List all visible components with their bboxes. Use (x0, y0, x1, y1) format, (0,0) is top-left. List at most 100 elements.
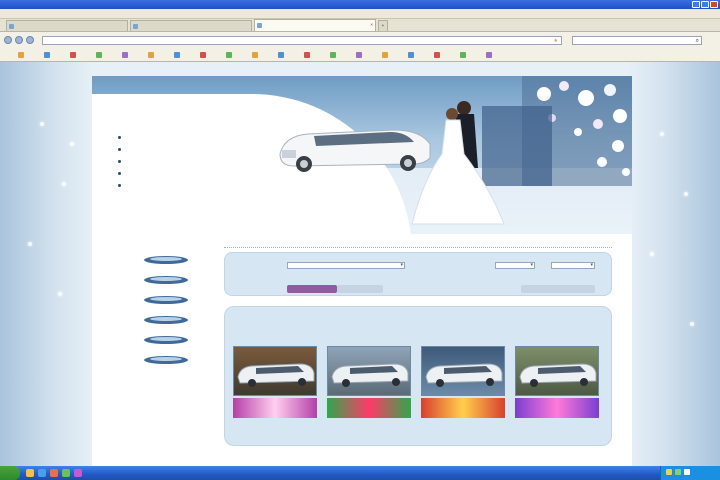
limousine-image (331, 363, 409, 387)
interior-photo[interactable] (515, 398, 599, 418)
reset-button[interactable] (337, 285, 383, 293)
offer-caption (421, 321, 505, 346)
filter-select-1[interactable] (287, 262, 405, 269)
bookmark-item[interactable] (70, 52, 93, 58)
bookmark-item[interactable] (226, 52, 249, 58)
site-main-menu (118, 134, 218, 194)
close-button[interactable] (710, 1, 718, 8)
interior-photo[interactable] (327, 398, 411, 418)
bookmark-item[interactable] (18, 52, 41, 58)
car-logo-icon (144, 296, 188, 304)
offer-card[interactable] (515, 321, 599, 418)
bookmark-item[interactable] (278, 52, 301, 58)
offer-card[interactable] (421, 321, 505, 418)
bookmark-item[interactable] (122, 52, 145, 58)
wedding-couple-image (412, 101, 552, 225)
limousine-image (237, 363, 315, 387)
limousine-photo[interactable] (421, 346, 505, 396)
car-logo-icon (144, 276, 188, 284)
offer-card[interactable] (233, 321, 317, 418)
bookmark-item[interactable] (200, 52, 223, 58)
app-icon[interactable] (50, 469, 58, 477)
browser-icon[interactable] (38, 469, 46, 477)
bookmark-item[interactable] (174, 52, 197, 58)
snowflake-decoration (660, 132, 664, 136)
tray-icon[interactable] (684, 469, 690, 475)
filter-to-select[interactable] (551, 262, 595, 269)
tab-close-icon[interactable]: × (370, 20, 373, 30)
catalog-item[interactable] (116, 274, 216, 286)
limousine-photo[interactable] (327, 346, 411, 396)
bookmark-item[interactable] (382, 52, 405, 58)
folder-icon[interactable] (26, 469, 34, 477)
bookmark-icon (434, 52, 440, 58)
bookmark-item[interactable] (460, 52, 483, 58)
bookmark-item[interactable] (486, 52, 509, 58)
address-bar[interactable]: ★ (42, 36, 562, 45)
catalog-item[interactable] (116, 354, 216, 366)
bookmark-item[interactable] (434, 52, 457, 58)
bookmark-icon (200, 52, 206, 58)
bookmarks-bar (0, 49, 720, 61)
main-menu-item[interactable] (118, 146, 218, 151)
catalog-item[interactable] (116, 334, 216, 346)
search-button[interactable] (287, 285, 337, 293)
interior-photo[interactable] (233, 398, 317, 418)
car-logo-icon (144, 316, 188, 324)
reload-icon[interactable] (26, 36, 34, 44)
bookmark-item[interactable] (408, 52, 431, 58)
limousine-photo[interactable] (515, 346, 599, 396)
favicon-icon (133, 24, 138, 29)
tray-icon[interactable] (675, 469, 681, 475)
bookmark-star-icon[interactable]: ★ (554, 37, 558, 45)
maximize-button[interactable] (701, 1, 709, 8)
start-button[interactable] (0, 466, 20, 480)
app-icon[interactable] (62, 469, 70, 477)
new-tab-button[interactable]: + (378, 20, 388, 31)
main-menu-item[interactable] (118, 158, 218, 163)
back-icon[interactable] (4, 36, 12, 44)
bookmark-item[interactable] (356, 52, 379, 58)
bookmark-item[interactable] (330, 52, 353, 58)
left-sidebar (116, 240, 216, 374)
minimize-button[interactable] (692, 1, 700, 8)
main-menu-item[interactable] (118, 182, 218, 187)
catalog-item[interactable] (116, 314, 216, 326)
search-icon[interactable]: ⌕ (696, 37, 699, 45)
browser-tab-active[interactable]: × (254, 19, 376, 31)
search-input[interactable]: ⌕ (572, 36, 702, 45)
forward-icon[interactable] (15, 36, 23, 44)
advanced-search-button[interactable] (521, 285, 595, 293)
main-menu-item[interactable] (118, 134, 218, 139)
bookmark-icon (460, 52, 466, 58)
browser-tab[interactable] (130, 20, 252, 31)
filter-from-select[interactable] (495, 262, 535, 269)
bookmark-item[interactable] (252, 52, 275, 58)
bookmark-item[interactable] (44, 52, 67, 58)
bookmark-item[interactable] (96, 52, 119, 58)
bullet-icon (118, 148, 121, 151)
tray-icon[interactable] (666, 469, 672, 475)
catalog-item[interactable] (116, 254, 216, 266)
catalog-item[interactable] (116, 294, 216, 306)
bookmark-icon (486, 52, 492, 58)
snowflake-decoration (684, 192, 688, 196)
bullet-icon (118, 160, 121, 163)
offer-card[interactable] (327, 321, 411, 418)
menu-bar (0, 9, 720, 19)
main-menu-item[interactable] (118, 170, 218, 175)
bullet-icon (118, 136, 121, 139)
bookmark-icon (356, 52, 362, 58)
snowflake-decoration (690, 322, 694, 326)
snowflake-decoration (40, 122, 44, 126)
limousine-photo[interactable] (233, 346, 317, 396)
bookmark-item[interactable] (304, 52, 327, 58)
bullet-icon (118, 172, 121, 175)
search-filter-panel (224, 252, 612, 296)
interior-photo[interactable] (421, 398, 505, 418)
car-logo-icon (144, 256, 188, 264)
bookmark-icon (252, 52, 258, 58)
app-icon[interactable] (74, 469, 82, 477)
browser-tab[interactable] (6, 20, 128, 31)
bookmark-item[interactable] (148, 52, 171, 58)
